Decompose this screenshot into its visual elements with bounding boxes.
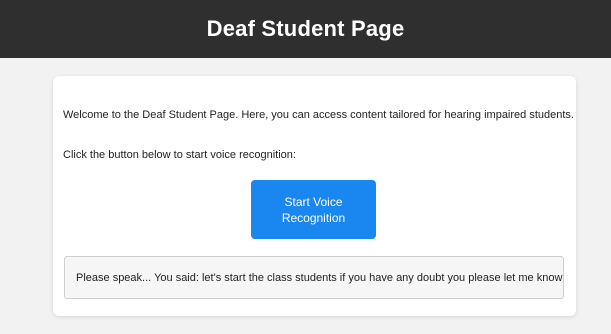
content-card: Welcome to the Deaf Student Page. Here, …	[53, 76, 576, 316]
start-voice-recognition-button[interactable]: Start Voice Recognition	[251, 180, 376, 239]
instruction-text: Click the button below to start voice re…	[63, 149, 296, 161]
speech-output-box: Please speak... You said: let's start th…	[64, 256, 564, 299]
speech-output-text: Please speak... You said: let's start th…	[76, 271, 563, 284]
welcome-text: Welcome to the Deaf Student Page. Here, …	[63, 109, 574, 121]
page-header: Deaf Student Page	[0, 0, 611, 58]
page-title: Deaf Student Page	[206, 16, 405, 41]
